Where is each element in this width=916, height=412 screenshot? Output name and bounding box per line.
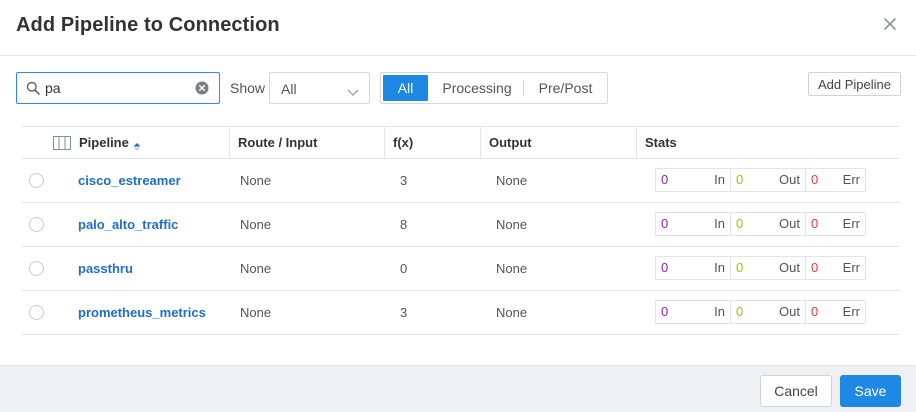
search-box[interactable] — [16, 72, 220, 104]
stat-err-label: Err — [842, 216, 860, 231]
stat-in: 0 In — [656, 169, 731, 191]
stat-in-label: In — [714, 216, 725, 231]
segment-processing[interactable]: Processing — [431, 73, 523, 103]
stat-err-label: Err — [842, 304, 860, 319]
table-row[interactable]: palo_alto_traffic None 8 None 0 In 0 Out… — [22, 203, 900, 247]
stat-out-label: Out — [779, 216, 800, 231]
stat-out-value: 0 — [736, 260, 744, 275]
table-header: Pipeline Route / Input f(x) Output Stats — [22, 126, 900, 159]
fx-value: 3 — [400, 173, 408, 188]
table-row[interactable]: cisco_estreamer None 3 None 0 In 0 Out 0… — [22, 159, 900, 203]
stat-out: 0 Out — [731, 169, 806, 191]
close-icon[interactable] — [878, 12, 902, 36]
row-select-radio[interactable] — [29, 217, 44, 232]
stats-widget: 0 In 0 Out 0 Err — [655, 300, 866, 324]
column-header-pipeline-label: Pipeline — [79, 135, 129, 150]
column-header-fx[interactable]: f(x) — [384, 127, 480, 159]
stat-out-value: 0 — [736, 172, 744, 187]
search-input[interactable] — [45, 77, 195, 99]
show-select[interactable]: All — [269, 72, 370, 104]
column-header-stats[interactable]: Stats — [636, 127, 900, 159]
output-value: None — [496, 261, 528, 276]
row-select-radio[interactable] — [29, 261, 44, 276]
stat-in: 0 In — [656, 301, 731, 323]
columns-icon[interactable] — [53, 136, 71, 150]
stat-in-label: In — [714, 304, 725, 319]
row-select-radio[interactable] — [29, 173, 44, 188]
stat-err-value: 0 — [811, 172, 819, 187]
stat-out-value: 0 — [736, 216, 744, 231]
pipeline-name-link[interactable]: cisco_estreamer — [78, 159, 181, 202]
stat-err: 0 Err — [806, 213, 865, 235]
stat-in-label: In — [714, 260, 725, 275]
stat-err-value: 0 — [811, 304, 819, 319]
pipelines-table: Pipeline Route / Input f(x) Output Stats… — [22, 126, 900, 335]
route-value: None — [240, 261, 272, 276]
dialog-footer: Cancel Save — [0, 365, 916, 412]
stat-err-value: 0 — [811, 260, 819, 275]
pipeline-name-link[interactable]: prometheus_metrics — [78, 291, 206, 334]
save-button[interactable]: Save — [840, 375, 901, 407]
column-header-pipeline[interactable]: Pipeline — [71, 127, 229, 159]
stats-widget: 0 In 0 Out 0 Err — [655, 168, 866, 192]
output-value: None — [496, 173, 528, 188]
stat-in: 0 In — [656, 257, 731, 279]
table-row[interactable]: prometheus_metrics None 3 None 0 In 0 Ou… — [22, 291, 900, 335]
stat-err: 0 Err — [806, 257, 865, 279]
stat-out-label: Out — [779, 260, 800, 275]
stat-out: 0 Out — [731, 301, 806, 323]
stat-err-label: Err — [842, 172, 860, 187]
segment-all[interactable]: All — [383, 75, 428, 101]
column-header-output[interactable]: Output — [480, 127, 636, 159]
sort-asc-icon[interactable] — [133, 139, 141, 151]
show-label: Show — [230, 80, 266, 96]
route-value: None — [240, 173, 272, 188]
stat-err: 0 Err — [806, 301, 865, 323]
stat-err-value: 0 — [811, 216, 819, 231]
table-row[interactable]: passthru None 0 None 0 In 0 Out 0 Err — [22, 247, 900, 291]
filter-toolbar: Show All All Processing Pre/Post Add Pip… — [0, 56, 916, 116]
stat-out: 0 Out — [731, 257, 806, 279]
stat-in: 0 In — [656, 213, 731, 235]
stat-out: 0 Out — [731, 213, 806, 235]
fx-value: 8 — [400, 217, 408, 232]
stat-in-value: 0 — [661, 304, 669, 319]
output-value: None — [496, 305, 528, 320]
stat-in-value: 0 — [661, 172, 669, 187]
show-select-value: All — [281, 81, 297, 97]
pipeline-name-link[interactable]: palo_alto_traffic — [78, 203, 178, 246]
type-filter-segmented: All Processing Pre/Post — [380, 72, 608, 104]
stat-in-value: 0 — [661, 216, 669, 231]
dialog-header: Add Pipeline to Connection — [0, 0, 916, 56]
stat-out-label: Out — [779, 304, 800, 319]
stats-widget: 0 In 0 Out 0 Err — [655, 212, 866, 236]
output-value: None — [496, 217, 528, 232]
fx-value: 3 — [400, 305, 408, 320]
chevron-down-icon — [347, 84, 359, 96]
clear-icon[interactable] — [195, 81, 209, 95]
add-pipeline-button[interactable]: Add Pipeline — [808, 72, 901, 96]
row-select-radio[interactable] — [29, 305, 44, 320]
stat-in-label: In — [714, 172, 725, 187]
dialog-title: Add Pipeline to Connection — [16, 14, 280, 36]
stat-out-value: 0 — [736, 304, 744, 319]
table-body: cisco_estreamer None 3 None 0 In 0 Out 0… — [22, 159, 900, 335]
column-header-route[interactable]: Route / Input — [229, 127, 384, 159]
route-value: None — [240, 305, 272, 320]
cancel-button[interactable]: Cancel — [760, 375, 832, 407]
stat-in-value: 0 — [661, 260, 669, 275]
stats-widget: 0 In 0 Out 0 Err — [655, 256, 866, 280]
search-icon — [26, 81, 40, 95]
stat-err-label: Err — [842, 260, 860, 275]
pipeline-name-link[interactable]: passthru — [78, 247, 133, 290]
stat-out-label: Out — [779, 172, 800, 187]
stat-err: 0 Err — [806, 169, 865, 191]
fx-value: 0 — [400, 261, 408, 276]
segment-pre-post[interactable]: Pre/Post — [524, 73, 607, 103]
route-value: None — [240, 217, 272, 232]
